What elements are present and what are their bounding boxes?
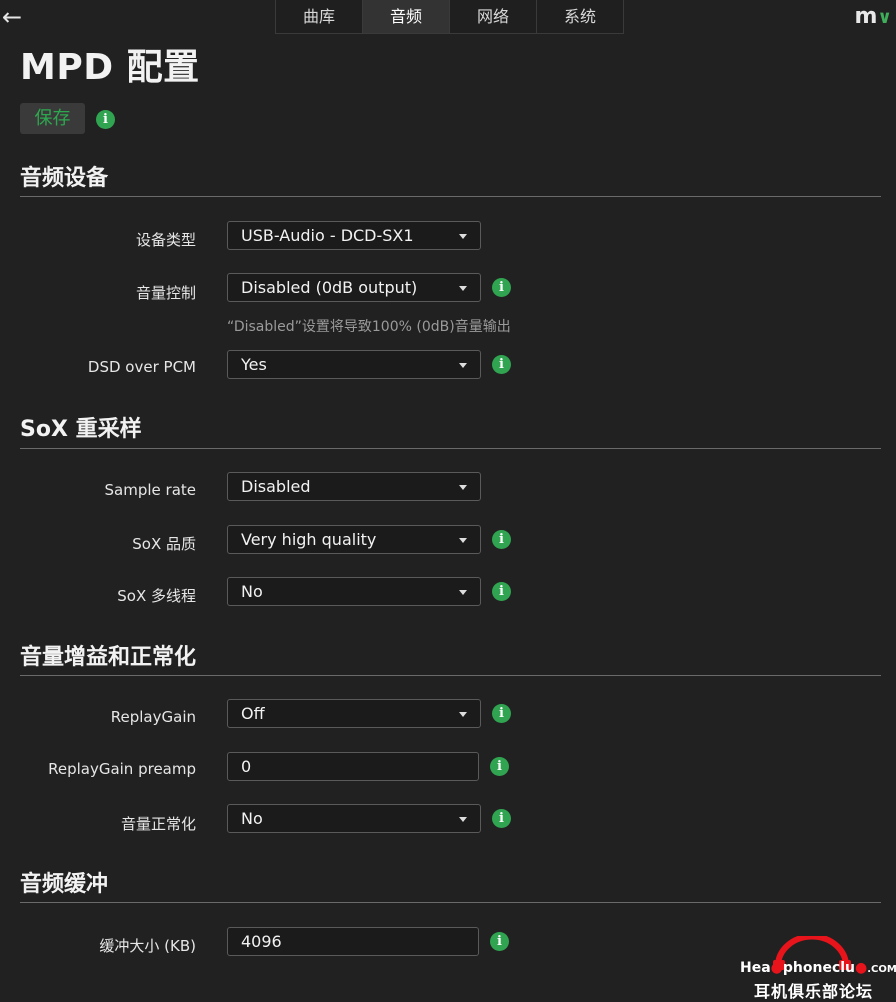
tab-library[interactable]: 曲库 [276,0,363,33]
dsd-info-icon[interactable]: i [492,355,511,374]
watermark-domain: Hea●phoneclu●.COM [740,960,896,976]
top-nav-tabs: 曲库 音频 网络 系统 [275,0,624,34]
sox-multithread-value: No [241,582,263,601]
section-divider [20,448,881,449]
volume-control-hint: “Disabled”设置将导致100% (0dB)音量输出 [227,319,511,335]
section-heading-audio-device: 音频设备 [20,166,109,191]
caret-down-icon [459,590,467,595]
back-arrow-icon[interactable]: ← [2,4,26,30]
caret-down-icon [459,817,467,822]
page-title: MPD 配置 [20,47,200,88]
replaygain-preamp-input[interactable]: 0 [227,752,479,781]
caret-down-icon [459,712,467,717]
replaygain-label: ReplayGain [110,708,196,726]
sox-multithread-label: SoX 多线程 [117,587,196,605]
buffer-size-input[interactable]: 4096 [227,927,479,956]
tab-network[interactable]: 网络 [450,0,537,33]
sox-multithread-select[interactable]: No [227,577,481,606]
volume-normalize-label: 音量正常化 [120,815,196,833]
volume-normalize-value: No [241,809,263,828]
section-divider [20,902,881,903]
sox-multithread-info-icon[interactable]: i [492,582,511,601]
dsd-over-pcm-value: Yes [241,355,267,374]
caret-down-icon [459,363,467,368]
sox-quality-label: SoX 品质 [132,535,196,553]
replaygain-info-icon[interactable]: i [492,704,511,723]
save-info-icon[interactable]: i [96,110,115,129]
section-divider [20,196,881,197]
tab-audio[interactable]: 音频 [363,0,450,33]
caret-down-icon [459,538,467,543]
main-menu-button[interactable]: m∨ [854,4,892,29]
sample-rate-value: Disabled [241,477,311,496]
section-heading-sox: SoX 重采样 [20,417,142,442]
menu-logo: m [854,4,878,29]
sample-rate-label: Sample rate [104,481,196,499]
volume-normalize-info-icon[interactable]: i [492,809,511,828]
volume-control-value: Disabled (0dB output) [241,278,418,297]
device-type-label: 设备类型 [135,231,196,249]
section-divider [20,675,881,676]
section-heading-buffer: 音频缓冲 [20,872,109,897]
volume-normalize-select[interactable]: No [227,804,481,833]
dsd-over-pcm-select[interactable]: Yes [227,350,481,379]
headphoneclub-watermark: Hea●phoneclu●.COM 耳机俱乐部论坛 [740,936,896,1001]
tab-system[interactable]: 系统 [537,0,623,33]
replaygain-preamp-info-icon[interactable]: i [490,757,509,776]
sox-quality-select[interactable]: Very high quality [227,525,481,554]
caret-down-icon [459,286,467,291]
caret-down-icon [459,234,467,239]
buffer-size-label: 缓冲大小 (KB) [99,937,196,955]
sox-quality-value: Very high quality [241,530,377,549]
replaygain-value: Off [241,704,265,723]
volume-control-info-icon[interactable]: i [492,278,511,297]
watermark-caption: 耳机俱乐部论坛 [754,982,874,1001]
device-type-value: USB-Audio - DCD-SX1 [241,226,414,245]
volume-control-select[interactable]: Disabled (0dB output) [227,273,481,302]
sample-rate-select[interactable]: Disabled [227,472,481,501]
section-heading-gain: 音量增益和正常化 [20,645,197,670]
chevron-down-icon: ∨ [877,7,892,28]
caret-down-icon [459,485,467,490]
sox-quality-info-icon[interactable]: i [492,530,511,549]
buffer-size-info-icon[interactable]: i [490,932,509,951]
dsd-over-pcm-label: DSD over PCM [87,358,196,376]
save-button[interactable]: 保存 [20,103,85,134]
volume-control-label: 音量控制 [135,284,196,302]
replaygain-preamp-label: ReplayGain preamp [48,760,196,778]
replaygain-select[interactable]: Off [227,699,481,728]
device-type-select[interactable]: USB-Audio - DCD-SX1 [227,221,481,250]
